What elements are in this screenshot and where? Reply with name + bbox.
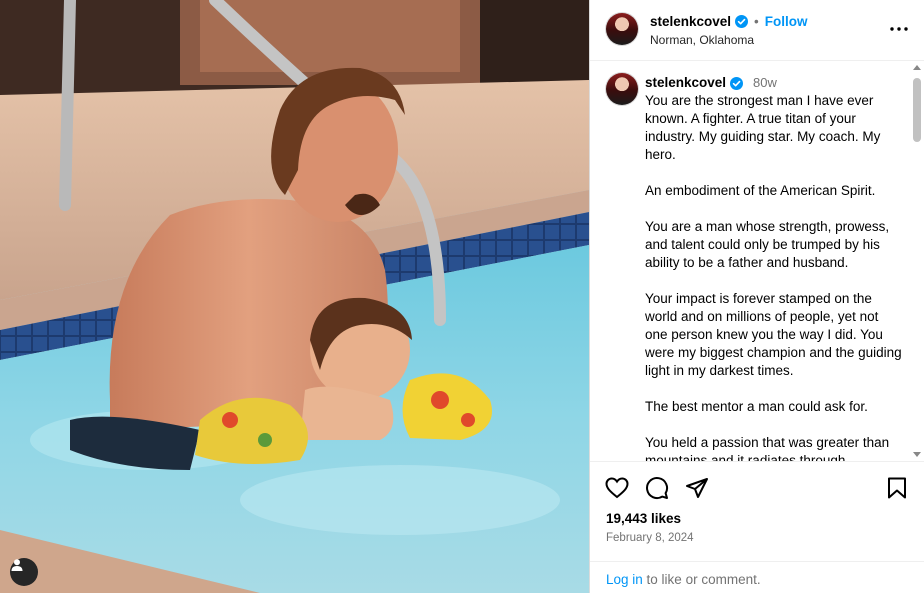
caption-username[interactable]: stelenkcovel [645, 74, 726, 92]
share-button[interactable] [684, 475, 710, 501]
post-location[interactable]: Norman, Oklahoma [650, 33, 754, 47]
caption-paragraph: Your impact is forever stamped on the wo… [645, 291, 902, 378]
heart-icon [605, 477, 629, 499]
more-options-icon [890, 27, 908, 31]
likes-count[interactable]: 19,443 likes [606, 511, 681, 526]
verified-badge-icon [730, 76, 744, 90]
verified-badge-icon [735, 15, 749, 28]
user-tag-icon [11, 559, 23, 571]
post-photo[interactable] [0, 0, 589, 593]
scrollbar-thumb[interactable] [913, 78, 921, 142]
author-line: stelenkcovel • Follow [650, 14, 808, 29]
action-bar [590, 463, 924, 508]
like-button[interactable] [604, 475, 630, 501]
author-avatar[interactable] [606, 13, 638, 45]
comment-icon [646, 477, 669, 500]
caption-meta: stelenkcovel 80w [645, 74, 903, 92]
comments-section[interactable]: stelenkcovel 80w You are the strongest m… [590, 62, 924, 462]
follow-button[interactable]: Follow [765, 14, 808, 29]
tag-button[interactable] [10, 558, 38, 586]
caption-paragraph: You are a man whose strength, prowess, a… [645, 219, 890, 270]
author-username[interactable]: stelenkcovel [650, 14, 731, 29]
save-button[interactable] [884, 475, 910, 501]
post-caption: stelenkcovel 80w You are the strongest m… [645, 74, 903, 462]
pool-photo-illustration [0, 0, 589, 593]
caption-paragraph: An embodiment of the American Spirit. [645, 183, 876, 198]
post-header: stelenkcovel • Follow Norman, Oklahoma [590, 0, 924, 61]
separator-dot: • [754, 14, 759, 29]
share-icon [686, 478, 708, 498]
scroll-up-arrow-icon[interactable] [913, 65, 921, 70]
comments-scrollbar[interactable] [911, 62, 923, 461]
post-side-panel: stelenkcovel • Follow Norman, Oklahoma s… [589, 0, 924, 593]
caption-paragraph: You are the strongest man I have ever kn… [645, 93, 881, 162]
post-date[interactable]: February 8, 2024 [606, 532, 694, 544]
login-prompt: Log in to like or comment. [590, 561, 924, 593]
caption-avatar[interactable] [606, 73, 638, 105]
more-options-button[interactable] [887, 17, 911, 41]
comment-button[interactable] [644, 475, 670, 501]
login-prompt-text: to like or comment. [642, 572, 761, 587]
caption-age[interactable]: 80w [753, 74, 777, 92]
bookmark-icon [888, 477, 906, 499]
scroll-down-arrow-icon[interactable] [913, 452, 921, 457]
caption-paragraph: You held a passion that was greater than… [645, 435, 890, 462]
login-link[interactable]: Log in [606, 572, 643, 587]
caption-paragraph: The best mentor a man could ask for. [645, 399, 868, 414]
